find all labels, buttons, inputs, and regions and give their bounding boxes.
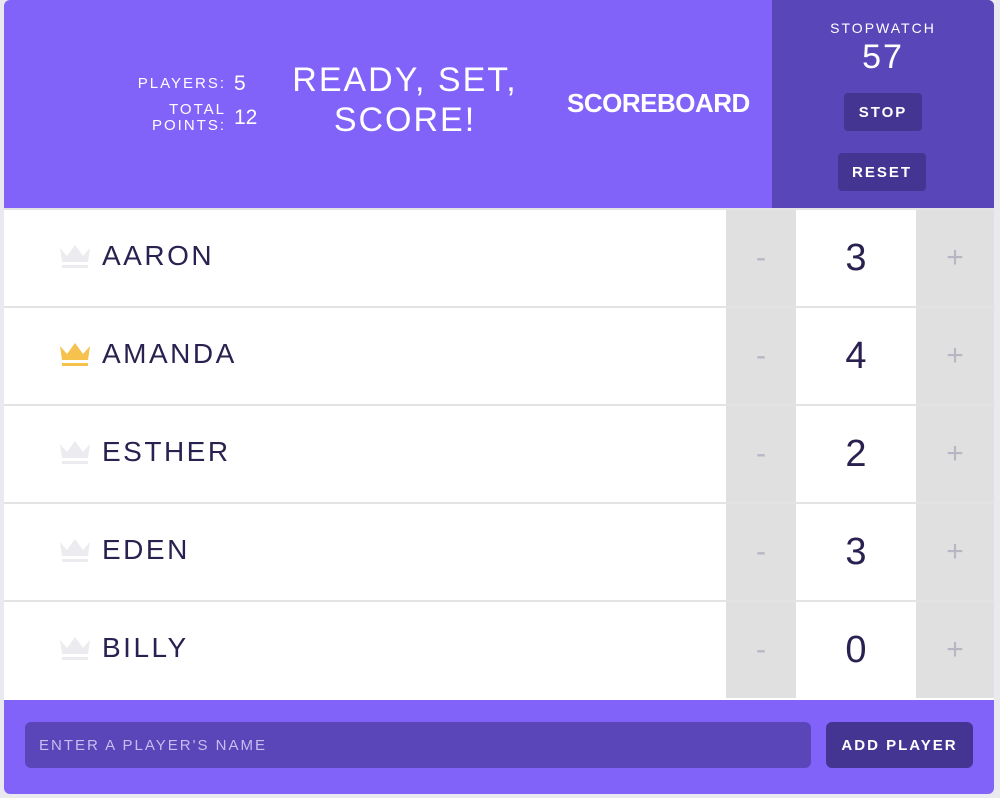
points-stat: TOTAL POINTS: 12 [152, 102, 264, 134]
decrement-button[interactable]: - [726, 210, 796, 306]
stopwatch-time: 57 [862, 38, 904, 76]
player-name: EDEN [102, 534, 190, 565]
decrement-button[interactable]: - [726, 504, 796, 600]
player-name: ESTHER [102, 436, 231, 467]
page-title-line1: READY, SET, [292, 61, 518, 99]
player-score: 3 [845, 236, 867, 279]
crown-icon [58, 242, 92, 270]
increment-button[interactable]: + [916, 406, 994, 502]
player-row: BILLY - 0 + [4, 600, 994, 698]
scoreboard-label: SCOREBOARD [567, 88, 750, 118]
player-name-input[interactable] [25, 722, 811, 768]
stop-button[interactable]: STOP [844, 93, 922, 131]
player-name: AMANDA [102, 338, 237, 369]
player-row: EDEN - 3 + [4, 502, 994, 600]
player-row: ESTHER - 2 + [4, 404, 994, 502]
increment-button[interactable]: + [916, 504, 994, 600]
crown-icon [58, 438, 92, 466]
player-score: 0 [845, 628, 867, 671]
increment-button[interactable]: + [916, 210, 994, 306]
add-player-button[interactable]: ADD PLAYER [826, 722, 973, 768]
points-stat-value: 12 [234, 106, 258, 129]
decrement-button[interactable]: - [726, 308, 796, 404]
increment-button[interactable]: + [916, 308, 994, 404]
increment-button[interactable]: + [916, 602, 994, 698]
player-name: AARON [102, 240, 215, 271]
page-title-line2: SCORE! [333, 101, 477, 139]
crown-icon [58, 536, 92, 564]
decrement-button[interactable]: - [726, 602, 796, 698]
player-score: 3 [845, 530, 867, 573]
reset-button[interactable]: RESET [838, 153, 926, 191]
players-stat: PLAYERS: 5 [138, 72, 264, 96]
stopwatch: STOPWATCH 57 STOP RESET [772, 0, 994, 210]
decrement-button[interactable]: - [726, 406, 796, 502]
players-stat-value: 5 [234, 72, 246, 95]
player-row: AMANDA - 4 + [4, 306, 994, 404]
add-player-form: ADD PLAYER [4, 700, 994, 794]
stopwatch-label: STOPWATCH [830, 20, 936, 36]
page-title: READY, SET, SCORE! [270, 60, 540, 140]
scoreboard-app: PLAYERS: 5 TOTAL POINTS: 12 READY, SET, … [4, 0, 994, 794]
points-stat-label-line1: TOTAL [169, 101, 226, 118]
player-list: AARON - 3 + AMANDA - 4 + ESTHER - 2 + EDEN - 3 + BILLY - 0… [4, 208, 994, 700]
player-name: BILLY [102, 632, 189, 663]
players-stat-label: PLAYERS: [137, 75, 226, 92]
player-score: 4 [845, 334, 867, 377]
points-stat-label-line2: POINTS: [151, 117, 226, 134]
points-stat-label: TOTAL POINTS: [152, 102, 226, 134]
player-row: AARON - 3 + [4, 208, 994, 306]
crown-icon [58, 340, 92, 368]
header: PLAYERS: 5 TOTAL POINTS: 12 READY, SET, … [4, 0, 994, 210]
crown-icon [58, 634, 92, 662]
player-score: 2 [845, 432, 867, 475]
